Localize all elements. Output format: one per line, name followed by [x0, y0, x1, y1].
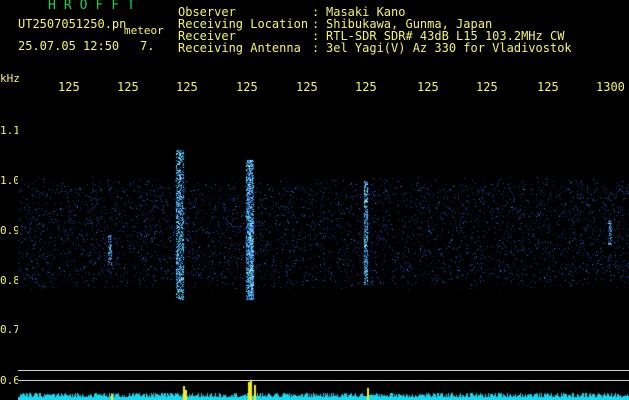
- y-axis-unit: kHz: [0, 72, 20, 85]
- x-tick-label: 125: [476, 80, 498, 94]
- info-value: 3el Yagi(V) Az 330 for Vladivostok: [326, 41, 572, 55]
- x-tick-label: 125: [236, 80, 258, 94]
- y-tick-label: 0.8: [0, 274, 20, 287]
- x-tick-label: 125: [417, 80, 439, 94]
- y-tick-label: 1.0: [0, 174, 20, 187]
- info-colon: :: [312, 41, 320, 55]
- y-tick-label: 0.7: [0, 323, 20, 336]
- station-info: Observer: Masaki Kano Receiving Location:…: [178, 6, 572, 54]
- baseline-line: [18, 370, 629, 371]
- detection-label: meteor: [124, 24, 164, 37]
- y-tick-label: 1.1: [0, 124, 20, 137]
- x-tick-label: 125: [296, 80, 318, 94]
- x-tick-label: 1300: [596, 80, 625, 94]
- spectrogram-canvas: [18, 100, 629, 400]
- y-tick-label: 0.9: [0, 224, 20, 237]
- baseline-line: [18, 380, 629, 381]
- app-title: HROFFT: [48, 0, 143, 13]
- datetime-label: 25.07.05 12:50: [18, 39, 120, 53]
- info-label: Receiving Antenna: [178, 41, 301, 55]
- x-tick-label: 125: [117, 80, 139, 94]
- hrofft-window: HROFFT UT2507051250.pn meteor 25.07.05 1…: [0, 0, 629, 400]
- y-tick-label: 0.6: [0, 374, 20, 387]
- count-label: 7.: [140, 39, 155, 53]
- x-tick-label: 125: [58, 80, 80, 94]
- x-tick-label: 125: [537, 80, 559, 94]
- x-tick-label: 125: [355, 80, 377, 94]
- x-tick-label: 125: [176, 80, 198, 94]
- info-row-antenna: Receiving Antenna:3el Yagi(V) Az 330 for…: [178, 42, 572, 54]
- filename-label: UT2507051250.pn: [18, 17, 127, 31]
